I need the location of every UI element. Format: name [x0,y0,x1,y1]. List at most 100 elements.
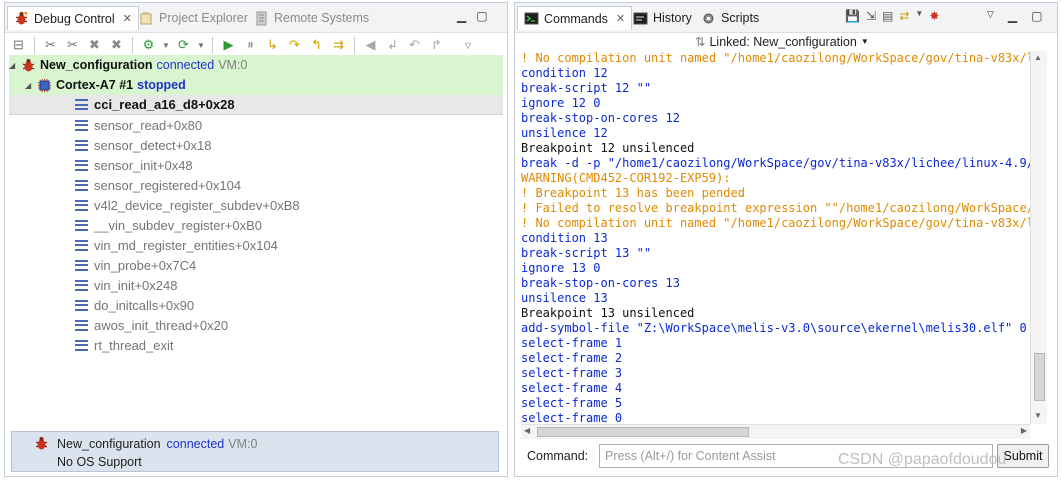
toolbar-separator [212,37,213,53]
close-icon[interactable]: ✕ [616,12,625,25]
command-label: Command: [527,449,589,463]
stack-frame-row[interactable]: sensor_detect+0x18 [9,135,503,155]
step-instruction-icon[interactable]: ⇉ [329,36,348,55]
stack-frame-label: cci_read_a16_d8+0x28 [94,97,235,112]
stack-frame-label: awos_init_thread+0x20 [94,317,229,333]
console-output[interactable]: ! No compilation unit named "/home1/caoz… [521,51,1031,424]
remove-all-icon[interactable]: ✖ [107,36,126,55]
scroll-right-arrow-icon[interactable]: ▶ [1021,426,1027,435]
run-icon[interactable]: ▶ [219,36,238,55]
export-icon[interactable]: ⇲ [866,9,876,23]
stack-frame-row[interactable]: vin_init+0x248 [9,275,503,295]
stack-frame-row[interactable]: rt_thread_exit [9,335,503,355]
scroll-left-arrow-icon[interactable]: ◀ [524,426,530,435]
view-menu-icon[interactable]: ▽ [463,36,473,55]
debug-bug-icon[interactable]: ✸ [929,9,939,23]
tab-debug-control[interactable]: Debug Control ✕ [7,6,139,30]
console-line: break-script 13 "" [521,246,652,260]
linked-context[interactable]: ⇅ Linked: New_configuration ▼ [695,34,869,50]
expand-arrow-icon[interactable]: ◢ [25,81,35,90]
maximize-icon[interactable]: ▢ [476,9,487,23]
stack-frame-icon [75,219,88,231]
stack-frame-label: __vin_subdev_register+0xB0 [94,217,263,233]
stack-frame-row[interactable]: cci_read_a16_d8+0x28 [9,95,503,115]
tab-commands[interactable]: Commands ✕ [517,6,633,30]
console-line: unsilence 12 [521,126,608,140]
stack-frame-label: v4l2_device_register_subdev+0xB8 [94,197,300,213]
console-line: unsilence 13 [521,291,608,305]
expand-arrow-icon[interactable]: ◢ [9,61,19,70]
stack-frame-row[interactable]: awos_init_thread+0x20 [9,315,503,335]
stack-frame-icon [75,99,88,110]
stack-frame-label: vin_init+0x248 [94,277,178,293]
close-icon[interactable]: ✕ [123,12,132,25]
stack-frame-row[interactable]: v4l2_device_register_subdev+0xB8 [9,195,503,215]
info-connection-vm: VM:0 [228,436,258,451]
horizontal-scroll-thumb[interactable] [537,427,749,437]
project-explorer-icon [139,11,154,26]
tab-history[interactable]: History [627,6,698,30]
toolbar-separator [34,37,35,53]
reverse-run-icon[interactable]: ◀ [361,36,380,55]
chevron-down-icon[interactable]: ▼ [161,36,171,55]
collapse-all-icon[interactable]: ⊟ [9,36,28,55]
watermark: CSDN @papaofdoudou [838,451,1007,468]
scroll-down-arrow-icon[interactable]: ▼ [1034,411,1042,420]
stack-frame-row[interactable]: do_initcalls+0x90 [9,295,503,315]
chevron-down-icon[interactable]: ▼ [915,9,923,23]
debug-connection-icon [21,58,36,73]
link-icon: ⇅ [695,35,706,49]
console-line: break-script 12 "" [521,81,652,95]
maximize-icon[interactable]: ▢ [1031,9,1042,23]
connect-icon[interactable]: ⚙ [139,36,158,55]
disconnect-icon[interactable]: ✂ [41,36,60,55]
core-state: stopped [137,78,186,92]
chevron-down-icon[interactable]: ▼ [196,36,206,55]
scroll-up-arrow-icon[interactable]: ▲ [1034,53,1042,62]
tab-scripts[interactable]: Scripts [695,6,765,30]
terminal-icon [524,11,539,26]
connection-row[interactable]: ◢ New_configuration connected VM:0 [9,55,503,75]
console-line: break-stop-on-cores 12 [521,111,680,125]
left-window-controls: ▁ ▢ [457,9,488,23]
stack-frame-icon [75,119,88,131]
console-line: select-frame 1 [521,336,623,350]
info-connection-status: connected [166,436,225,451]
reverse-step-out-icon[interactable]: ↱ [427,36,446,55]
stack-frame-row[interactable]: sensor_init+0x48 [9,155,503,175]
horizontal-scrollbar[interactable]: ◀ ▶ [521,424,1030,439]
tab-project-explorer[interactable]: Project Explorer [133,6,254,30]
toolbar-separator [354,37,355,53]
stack-frame-label: sensor_registered+0x104 [94,177,242,193]
minimize-icon[interactable]: ▁ [1008,9,1017,23]
minimize-icon[interactable]: ▁ [457,9,466,23]
stack-frame-row[interactable]: sensor_read+0x80 [9,115,503,135]
debug-connection-icon [34,436,49,451]
reverse-step-over-icon[interactable]: ↶ [405,36,424,55]
info-connection-name: New_configuration [57,436,161,451]
link-icon[interactable]: ⇄ [899,9,909,23]
view-menu-icon[interactable]: ▽ [987,9,994,23]
step-over-icon[interactable]: ↷ [285,36,304,55]
vertical-scroll-thumb[interactable] [1034,353,1045,401]
reset-icon[interactable]: ⟳ [174,36,193,55]
step-out-icon[interactable]: ↰ [307,36,326,55]
stack-frame-icon [75,299,88,311]
stack-frame-row[interactable]: vin_probe+0x7C4 [9,255,503,275]
stack-frame-row[interactable]: sensor_registered+0x104 [9,175,503,195]
tab-remote-systems[interactable]: Remote Systems [248,6,375,30]
core-row[interactable]: ◢ Cortex-A7 #1 stopped [9,75,503,95]
reverse-step-into-icon[interactable]: ↲ [383,36,402,55]
info-connection-line: New_configuration connected VM:0 [34,436,257,451]
disconnect-all-icon[interactable]: ✂ [63,36,82,55]
remove-icon[interactable]: ✖ [85,36,104,55]
vertical-scrollbar[interactable]: ▲ ▼ [1030,51,1047,424]
clear-console-icon[interactable]: ▤ [882,9,893,23]
pause-icon[interactable]: ⏸ [241,36,260,55]
stack-frame-row[interactable]: __vin_subdev_register+0xB0 [9,215,503,235]
stack-frame-row[interactable]: vin_md_register_entities+0x104 [9,235,503,255]
console-line: select-frame 4 [521,381,623,395]
save-icon[interactable]: 💾 [845,9,860,23]
step-into-icon[interactable]: ↳ [263,36,282,55]
console-line: break -d -p "/home1/caozilong/WorkSpace/… [521,156,1031,170]
